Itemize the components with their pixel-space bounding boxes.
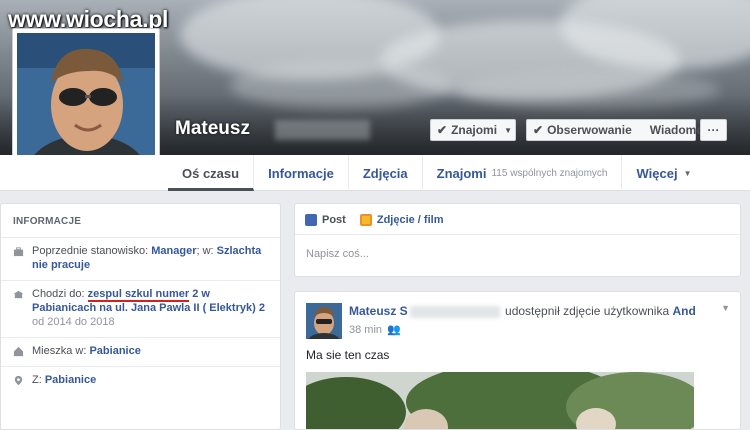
composer-input[interactable]: Napisz coś... [295, 235, 740, 273]
tab-post[interactable]: Post [305, 214, 346, 226]
tab-friends[interactable]: Znajomi 115 wspólnych znajomych [423, 155, 623, 191]
check-icon: ✔ [437, 123, 448, 137]
lives-place[interactable]: Pabianice [89, 345, 140, 357]
photo-image [306, 372, 694, 429]
pencil-icon [305, 214, 317, 226]
blurred-surname [275, 120, 370, 140]
avatar-image [306, 303, 342, 339]
friends-button-label: Znajomi [451, 123, 498, 137]
tab-timeline[interactable]: Oś czasu [168, 155, 255, 191]
tab-about[interactable]: Informacje [254, 155, 349, 191]
school-name-underlined[interactable]: zespul szkul numer [87, 288, 190, 302]
info-school: Chodzi do: zespul szkul numer 2 w Pabian… [1, 280, 280, 337]
post-target-user[interactable]: And [672, 304, 695, 318]
work-prefix: Poprzednie stanowisko: [32, 245, 152, 257]
location-pin-icon [14, 375, 23, 386]
post-action: udostępnił zdjęcie użytkownika [505, 304, 670, 318]
more-options-button[interactable]: ··· [700, 119, 727, 141]
profile-tabs: Oś czasu Informacje Zdjęcia Znajomi 115 … [168, 155, 750, 191]
info-lives: Mieszka w: Pabianice [1, 337, 280, 366]
school-icon [13, 290, 24, 299]
post-author-avatar[interactable] [306, 303, 342, 339]
post-author-name[interactable]: Mateusz S [349, 304, 408, 318]
tab-friends-label: Znajomi [436, 165, 487, 181]
feed-post: Mateusz S udostępnił zdjęcie użytkownika… [294, 291, 741, 430]
tab-photo-video[interactable]: Zdjęcie / film [359, 214, 444, 226]
work-position[interactable]: Manager [151, 245, 196, 257]
follow-message-group: ✔ Obserwowanie Wiadomość [526, 119, 717, 141]
post-composer: Post Zdjęcie / film Napisz coś... [294, 203, 741, 277]
photo-icon [359, 214, 372, 226]
post-text: Ma sie ten czas [306, 348, 390, 362]
school-prefix: Chodzi do: [32, 288, 88, 300]
post-header: Mateusz S udostępnił zdjęcie użytkownika… [349, 304, 696, 318]
tab-post-label: Post [322, 214, 346, 226]
tab-photos[interactable]: Zdjęcia [349, 155, 423, 191]
post-time[interactable]: 38 min [349, 324, 382, 336]
check-icon: ✔ [533, 123, 544, 137]
post-options-chevron-icon[interactable]: ▼ [721, 303, 730, 313]
work-mid: ; w: [196, 245, 217, 257]
intro-title: INFORMACJE [13, 216, 82, 227]
tab-more[interactable]: Więcej ▼ [622, 155, 705, 191]
info-work: Poprzednie stanowisko: Manager; w: Szlac… [1, 237, 280, 280]
friends-button[interactable]: ✔ Znajomi ▼ [430, 119, 516, 141]
navbar-left-spacer [0, 155, 168, 191]
profile-name[interactable]: Mateusz [175, 118, 250, 140]
lives-prefix: Mieszka w: [32, 345, 90, 357]
from-prefix: Z: [32, 374, 45, 386]
profile-portrait-image [17, 33, 155, 173]
blurred-text [409, 305, 500, 318]
shared-photo[interactable] [306, 372, 694, 429]
caret-down-icon: ▼ [504, 125, 512, 135]
mutual-friends-count: 115 wspólnych znajomych [491, 167, 608, 179]
info-from: Z: Pabianice [1, 366, 280, 395]
intro-card: INFORMACJE Poprzednie stanowisko: Manage… [0, 203, 281, 430]
friends-audience-icon[interactable]: 👥 [387, 323, 401, 336]
tab-photo-label: Zdjęcie / film [376, 214, 444, 226]
briefcase-icon [13, 247, 24, 257]
from-place[interactable]: Pabianice [45, 374, 96, 386]
caret-down-icon: ▼ [683, 168, 692, 178]
post-meta: 38 min 👥 [349, 323, 401, 337]
tab-more-label: Więcej [636, 165, 678, 181]
home-icon [13, 346, 24, 357]
following-button[interactable]: Obserwowanie [547, 123, 632, 137]
school-dates: od 2014 do 2018 [32, 316, 115, 328]
